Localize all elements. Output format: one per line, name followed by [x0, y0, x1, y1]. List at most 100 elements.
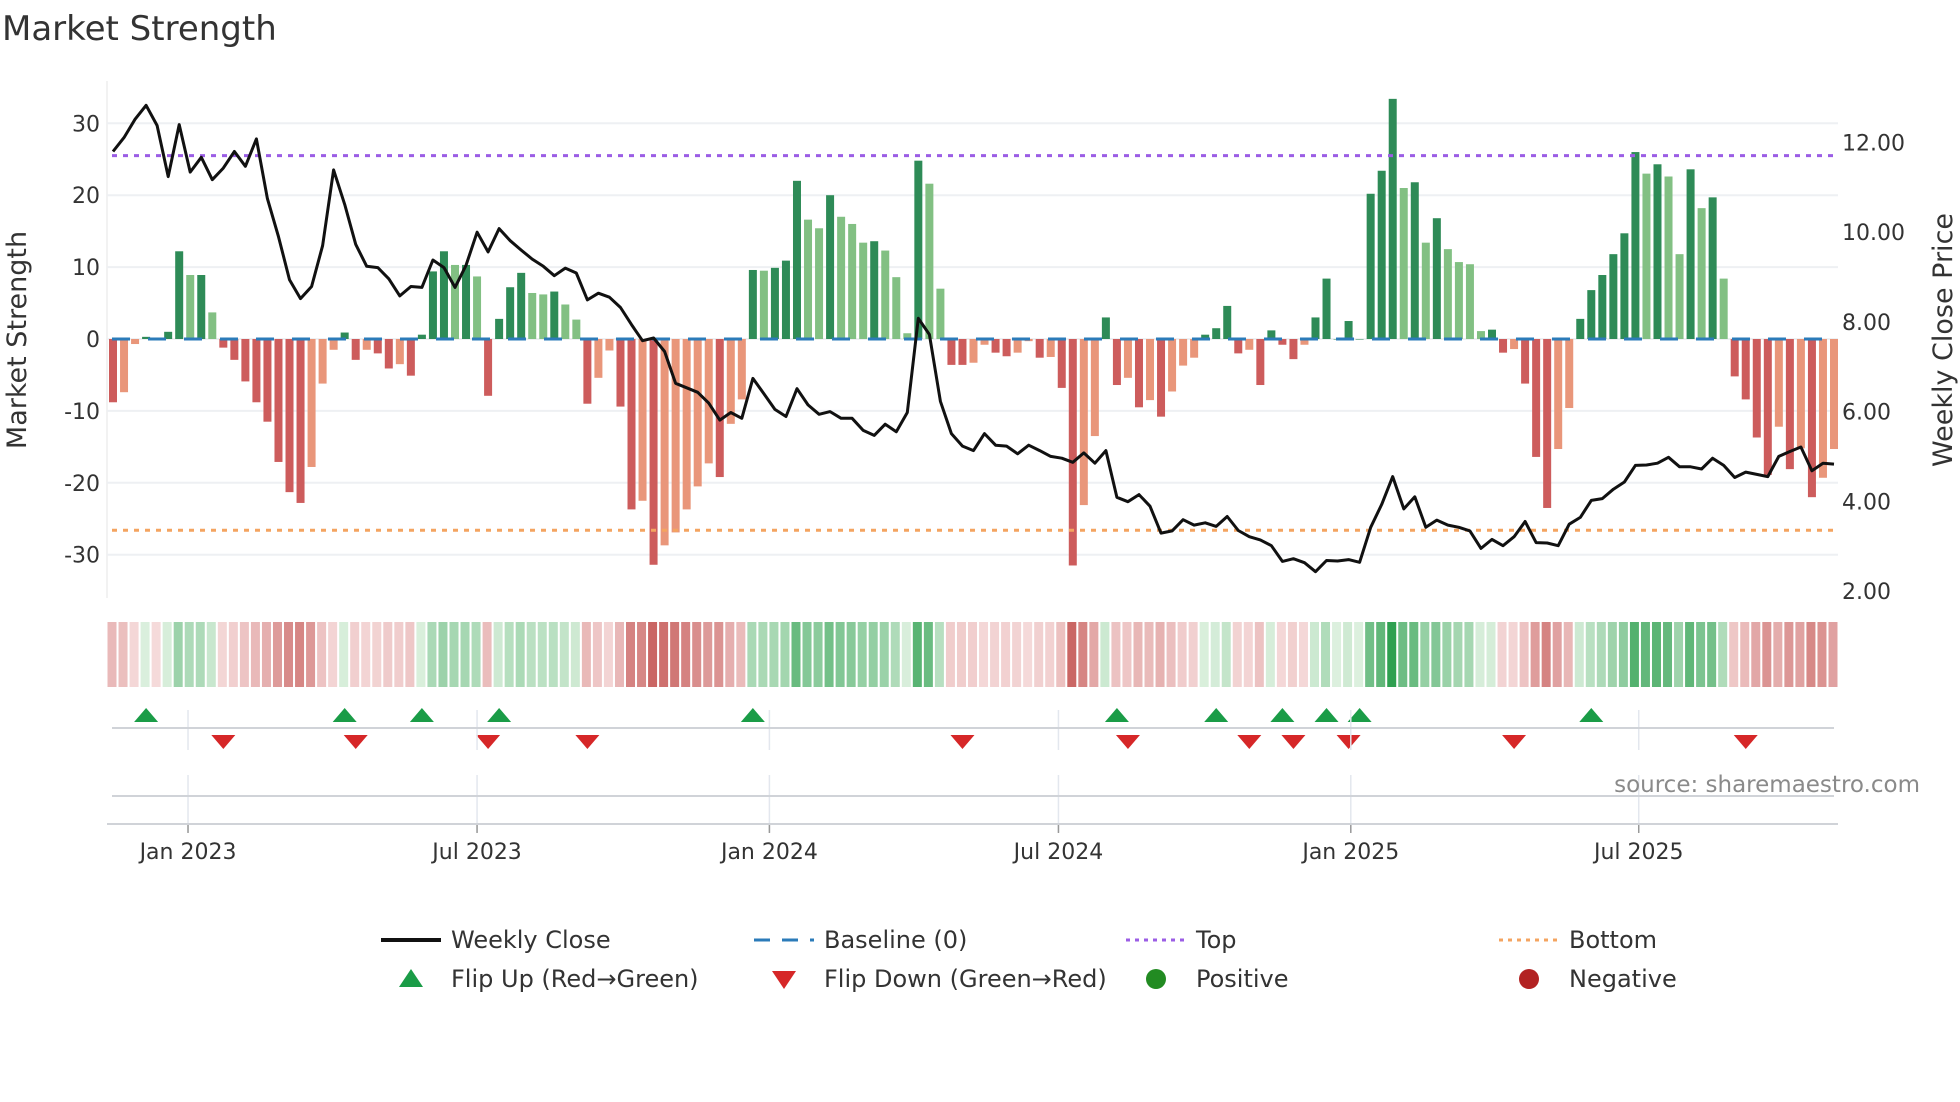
- strip-cell: [107, 622, 117, 687]
- strip-cell: [1188, 622, 1198, 687]
- strip-cell: [250, 622, 260, 687]
- legend-label: Top: [1195, 926, 1237, 954]
- y2-tick-label: 10.00: [1842, 221, 1905, 246]
- strength-bar: [826, 195, 835, 339]
- strip-cell: [769, 622, 779, 687]
- flip-down-marker: [1336, 735, 1361, 749]
- strength-bar: [1377, 170, 1386, 339]
- strip-cell: [1762, 622, 1772, 687]
- strip-cell: [879, 622, 889, 687]
- strength-bar: [1664, 176, 1673, 339]
- strength-heat-strip: [107, 622, 1838, 687]
- strip-cell: [1519, 622, 1529, 687]
- strength-bar: [1212, 328, 1221, 339]
- strip-cell: [1045, 622, 1055, 687]
- strength-bar: [759, 270, 768, 339]
- strip-cell: [1420, 622, 1430, 687]
- strip-cell: [581, 622, 591, 687]
- strength-bar: [1432, 218, 1441, 339]
- strip-cell: [1773, 622, 1783, 687]
- strip-cell: [923, 622, 933, 687]
- strip-cell: [460, 622, 470, 687]
- strength-bar: [1134, 339, 1143, 408]
- left-axis-ticks: -30 -20 -10 0 10 20 30: [64, 112, 100, 568]
- legend-item: Baseline (0): [754, 926, 967, 954]
- strength-bar: [131, 339, 140, 345]
- strength-bar: [296, 339, 305, 503]
- strip-cell: [736, 622, 746, 687]
- strip-cell: [438, 622, 448, 687]
- strip-cell: [1199, 622, 1209, 687]
- x-tick-label: Jul 2025: [1592, 840, 1684, 865]
- strength-bar: [583, 339, 592, 404]
- strip-cell: [1508, 622, 1518, 687]
- strength-bar: [175, 251, 184, 339]
- strength-bar: [770, 267, 779, 339]
- strip-cell: [548, 622, 558, 687]
- strip-cell: [1122, 622, 1132, 687]
- strength-bar: [1620, 233, 1629, 339]
- strength-bar: [1245, 339, 1254, 350]
- strip-cell: [791, 622, 801, 687]
- strip-cell: [537, 622, 547, 687]
- strip-cell: [162, 622, 172, 687]
- strength-bar: [1179, 339, 1188, 366]
- strip-cell: [1464, 622, 1474, 687]
- strip-cell: [1001, 622, 1011, 687]
- strength-bar: [417, 334, 426, 339]
- flip-up-marker: [1104, 708, 1129, 722]
- strength-bar: [925, 183, 934, 339]
- strength-bar: [671, 339, 680, 533]
- strip-cell: [195, 622, 205, 687]
- strength-bar: [1168, 339, 1177, 392]
- strip-cell: [1828, 622, 1838, 687]
- flip-down-marker: [1281, 735, 1306, 749]
- strength-bar: [1565, 339, 1574, 409]
- strip-cell: [1696, 622, 1706, 687]
- strength-bar: [1311, 317, 1320, 339]
- x-tick-label: Jul 2023: [430, 840, 522, 865]
- strip-cell: [692, 622, 702, 687]
- legend-label: Baseline (0): [824, 926, 967, 954]
- strip-cell: [1221, 622, 1231, 687]
- strength-bar: [1499, 339, 1508, 353]
- legend-label: Bottom: [1569, 926, 1657, 954]
- strength-bar: [1719, 278, 1728, 339]
- strip-cell: [1343, 622, 1353, 687]
- strip-cell: [405, 622, 415, 687]
- strip-cell: [1651, 622, 1661, 687]
- strength-bar: [682, 339, 691, 510]
- x-tick-label: Jul 2024: [1012, 840, 1104, 865]
- strip-cell: [1552, 622, 1562, 687]
- y2-tick-label: 12.00: [1842, 132, 1905, 157]
- strength-bar: [1543, 339, 1552, 508]
- y-tick-label: -30: [64, 544, 100, 569]
- strength-bar: [208, 312, 217, 339]
- strength-bar: [1399, 188, 1408, 339]
- strength-bar: [252, 339, 261, 403]
- strip-cell: [1574, 622, 1584, 687]
- chart-title: Market Strength: [2, 9, 277, 49]
- strength-bar: [991, 339, 1000, 353]
- strength-bar: [936, 288, 945, 339]
- strip-cell: [1067, 622, 1077, 687]
- strip-cell: [1685, 622, 1695, 687]
- strip-cell: [118, 622, 128, 687]
- strip-cell: [1398, 622, 1408, 687]
- flip-up-marker: [487, 708, 512, 722]
- strip-cell: [284, 622, 294, 687]
- strength-bar: [1830, 339, 1838, 450]
- strip-cell: [515, 622, 525, 687]
- strip-cell: [184, 622, 194, 687]
- strength-bar: [1234, 339, 1243, 354]
- strength-bar: [120, 339, 129, 393]
- strength-bar: [815, 228, 824, 339]
- strip-cell: [1486, 622, 1496, 687]
- y-tick-label: 30: [72, 112, 100, 137]
- strength-bar: [406, 339, 415, 376]
- strip-cell: [714, 622, 724, 687]
- strip-cell: [1365, 622, 1375, 687]
- strength-bar: [351, 339, 360, 360]
- strip-cell: [449, 622, 459, 687]
- strip-cell: [1321, 622, 1331, 687]
